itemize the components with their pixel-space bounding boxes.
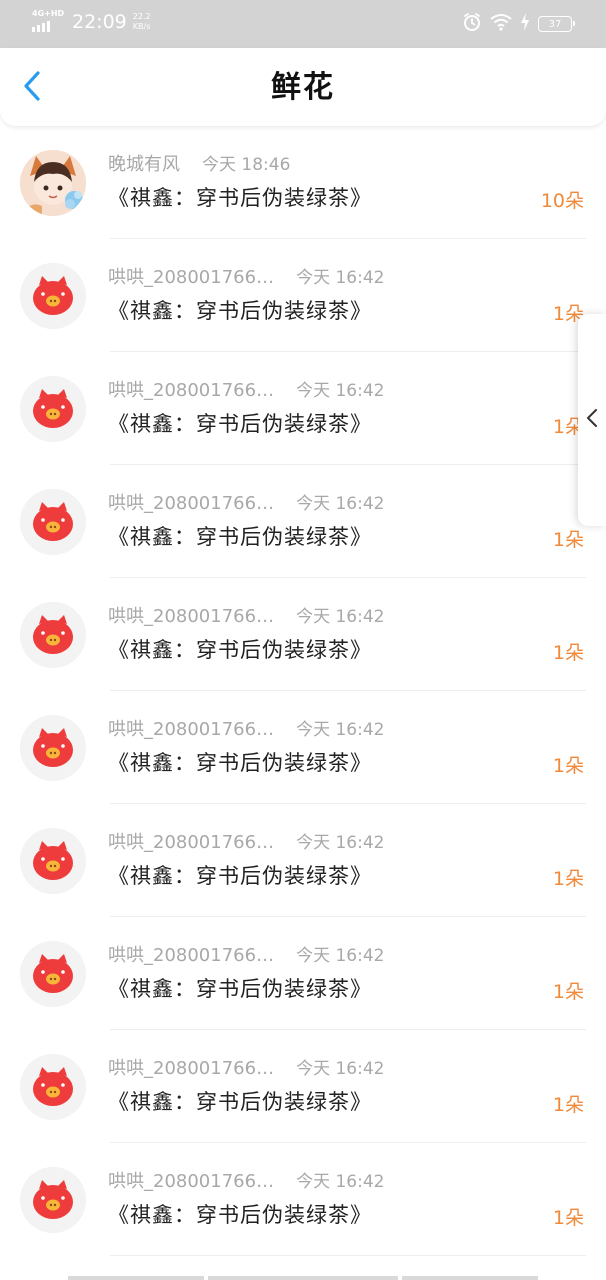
item-meta: 哄哄_208001766… 今天 16:42 (108, 602, 384, 628)
list-item[interactable]: 哄哄_208001766… 今天 16:42 《祺鑫：穿书后伪装绿茶》 1朵 (0, 1030, 606, 1143)
item-meta: 哄哄_208001766… 今天 16:42 (108, 1167, 384, 1193)
sender-name: 哄哄_208001766… (108, 945, 275, 966)
send-time: 今天 16:42 (296, 607, 385, 627)
book-title: 《祺鑫：穿书后伪装绿茶》 (108, 751, 372, 775)
list-item[interactable]: 哄哄_208001766… 今天 16:42 《祺鑫：穿书后伪装绿茶》 1朵 (0, 804, 606, 917)
user-avatar[interactable] (20, 150, 86, 216)
next-row-edge (0, 1270, 606, 1280)
pig-avatar[interactable] (20, 715, 86, 781)
item-meta: 哄哄_208001766… 今天 16:42 (108, 376, 384, 402)
send-time: 今天 18:46 (202, 155, 291, 175)
alarm-icon (462, 12, 482, 36)
book-title: 《祺鑫：穿书后伪装绿茶》 (108, 412, 372, 436)
pig-avatar[interactable] (20, 376, 86, 442)
item-meta: 哄哄_208001766… 今天 16:42 (108, 489, 384, 515)
network-speed-unit: KB/s (132, 22, 151, 31)
flower-count: 1朵 (552, 868, 584, 890)
flower-count: 1朵 (552, 529, 584, 551)
item-meta: 哄哄_208001766… 今天 16:42 (108, 1054, 384, 1080)
battery-icon: 37 (538, 16, 575, 32)
send-time: 今天 16:42 (296, 381, 385, 401)
send-time: 今天 16:42 (296, 494, 385, 514)
list-item[interactable]: 哄哄_208001766… 今天 16:42 《祺鑫：穿书后伪装绿茶》 1朵 (0, 352, 606, 465)
status-left: 4G+HD 22:09 22.2 KB/s (32, 10, 151, 34)
network-type: 4G+HD (32, 9, 65, 18)
send-time: 今天 16:42 (296, 1059, 385, 1079)
status-bar: 4G+HD 22:09 22.2 KB/s 37 (0, 0, 606, 48)
book-title: 《祺鑫：穿书后伪装绿茶》 (108, 638, 372, 662)
book-title: 《祺鑫：穿书后伪装绿茶》 (108, 186, 372, 210)
network-speed: 22.2 KB/s (133, 12, 151, 32)
pig-avatar[interactable] (20, 1054, 86, 1120)
send-time: 今天 16:42 (296, 268, 385, 288)
flower-count: 1朵 (552, 1207, 584, 1229)
status-right: 37 (462, 12, 575, 36)
item-meta: 哄哄_208001766… 今天 16:42 (108, 715, 384, 741)
pig-avatar[interactable] (20, 263, 86, 329)
battery-level: 37 (548, 18, 562, 30)
sender-name: 哄哄_208001766… (108, 606, 275, 627)
network-speed-value: 22.2 (132, 12, 151, 21)
flower-count: 1朵 (552, 1094, 584, 1116)
sender-name: 哄哄_208001766… (108, 1171, 275, 1192)
flower-count: 10朵 (540, 190, 584, 212)
sender-name: 哄哄_208001766… (108, 1058, 275, 1079)
sender-name: 晚城有风 (108, 154, 180, 175)
book-title: 《祺鑫：穿书后伪装绿茶》 (108, 864, 372, 888)
sender-name: 哄哄_208001766… (108, 267, 275, 288)
sender-name: 哄哄_208001766… (108, 493, 275, 514)
send-time: 今天 16:42 (296, 1172, 385, 1192)
flower-list: 晚城有风 今天 18:46 《祺鑫：穿书后伪装绿茶》 10朵 哄哄_208001… (0, 126, 606, 1256)
side-panel-handle[interactable] (578, 314, 606, 526)
status-time: 22:09 (72, 11, 127, 33)
item-meta: 晚城有风 今天 18:46 (108, 150, 290, 176)
book-title: 《祺鑫：穿书后伪装绿茶》 (108, 299, 372, 323)
sender-name: 哄哄_208001766… (108, 380, 275, 401)
list-item[interactable]: 哄哄_208001766… 今天 16:42 《祺鑫：穿书后伪装绿茶》 1朵 (0, 691, 606, 804)
flower-count: 1朵 (552, 755, 584, 777)
pig-avatar[interactable] (20, 489, 86, 555)
sender-name: 哄哄_208001766… (108, 719, 275, 740)
sender-name: 哄哄_208001766… (108, 832, 275, 853)
nav-bar: 鲜花 (0, 48, 606, 126)
wifi-icon (490, 13, 512, 35)
pig-avatar[interactable] (20, 941, 86, 1007)
pig-avatar[interactable] (20, 828, 86, 894)
list-item[interactable]: 哄哄_208001766… 今天 16:42 《祺鑫：穿书后伪装绿茶》 1朵 (0, 465, 606, 578)
list-item[interactable]: 晚城有风 今天 18:46 《祺鑫：穿书后伪装绿茶》 10朵 (0, 126, 606, 239)
flower-count: 1朵 (552, 981, 584, 1003)
flower-count: 1朵 (552, 642, 584, 664)
book-title: 《祺鑫：穿书后伪装绿茶》 (108, 525, 372, 549)
book-title: 《祺鑫：穿书后伪装绿茶》 (108, 1090, 372, 1114)
send-time: 今天 16:42 (296, 833, 385, 853)
item-meta: 哄哄_208001766… 今天 16:42 (108, 828, 384, 854)
send-time: 今天 16:42 (296, 720, 385, 740)
chevron-left-icon (586, 408, 598, 432)
book-title: 《祺鑫：穿书后伪装绿茶》 (108, 1203, 372, 1227)
book-title: 《祺鑫：穿书后伪装绿茶》 (108, 977, 372, 1001)
divider (110, 1255, 586, 1256)
list-item[interactable]: 哄哄_208001766… 今天 16:42 《祺鑫：穿书后伪装绿茶》 1朵 (0, 239, 606, 352)
list-item[interactable]: 哄哄_208001766… 今天 16:42 《祺鑫：穿书后伪装绿茶》 1朵 (0, 1143, 606, 1256)
item-meta: 哄哄_208001766… 今天 16:42 (108, 941, 384, 967)
page-title: 鲜花 (271, 70, 335, 105)
pig-avatar[interactable] (20, 602, 86, 668)
list-item[interactable]: 哄哄_208001766… 今天 16:42 《祺鑫：穿书后伪装绿茶》 1朵 (0, 917, 606, 1030)
pig-avatar[interactable] (20, 1167, 86, 1233)
charging-icon (520, 13, 530, 35)
list-item[interactable]: 哄哄_208001766… 今天 16:42 《祺鑫：穿书后伪装绿茶》 1朵 (0, 578, 606, 691)
item-meta: 哄哄_208001766… 今天 16:42 (108, 263, 384, 289)
signal-icon: 4G+HD (32, 9, 65, 32)
send-time: 今天 16:42 (296, 946, 385, 966)
